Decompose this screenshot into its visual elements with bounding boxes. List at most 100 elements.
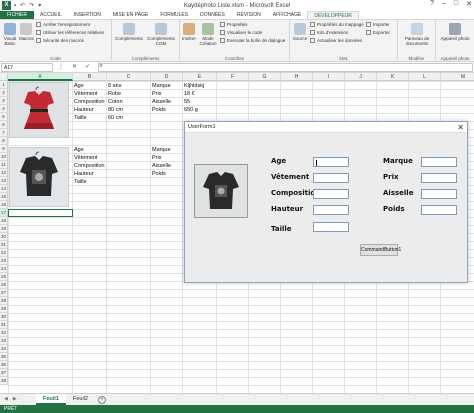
row-header-21[interactable]: 21: [0, 241, 8, 249]
column-header-m[interactable]: M: [441, 73, 474, 81]
help-icon[interactable]: ?: [430, 0, 434, 8]
map-properties-button[interactable]: Propriétés du mappage: [310, 22, 364, 28]
cell-b12[interactable]: Composition: [74, 162, 105, 170]
cell-b4[interactable]: Hauteur: [74, 106, 94, 114]
column-header-i[interactable]: I: [313, 73, 345, 81]
sheet-tab-feuil1[interactable]: Feuil1: [36, 394, 66, 405]
row-header-5[interactable]: 5: [0, 113, 8, 121]
sheet-tab-feuil2[interactable]: Feuil2: [66, 394, 95, 405]
camera-button[interactable]: Appareil photo: [438, 23, 472, 41]
complements-button[interactable]: Compléments: [115, 23, 143, 41]
cell-c4[interactable]: 80 cm: [108, 106, 123, 114]
textbox-taille[interactable]: [313, 222, 349, 232]
add-sheet-icon[interactable]: +: [98, 396, 106, 404]
row-header-33[interactable]: 33: [0, 337, 8, 345]
column-header-b[interactable]: B: [73, 73, 107, 81]
cell-c3[interactable]: Coton: [108, 98, 123, 106]
cell-e3[interactable]: 55: [184, 98, 190, 106]
column-header-c[interactable]: C: [107, 73, 151, 81]
cell-b1[interactable]: Age: [74, 82, 84, 90]
row-header-8[interactable]: 8: [0, 137, 8, 145]
column-header-g[interactable]: G: [249, 73, 281, 81]
stop-recording-button[interactable]: Arrêter l'enregistrement: [36, 22, 90, 28]
cell-b14[interactable]: Taille: [74, 178, 87, 186]
row-header-36[interactable]: 36: [0, 361, 8, 369]
cell-b5[interactable]: Taille: [74, 114, 87, 122]
document-panel-button[interactable]: Panneau de documents: [400, 23, 434, 46]
black-top-image[interactable]: [9, 147, 69, 207]
row-header-3[interactable]: 3: [0, 97, 8, 105]
select-all-corner[interactable]: [0, 73, 8, 81]
red-dress-image[interactable]: [9, 82, 69, 138]
row-header-6[interactable]: 6: [0, 121, 8, 129]
row-header-22[interactable]: 22: [0, 249, 8, 257]
column-header-f[interactable]: F: [217, 73, 249, 81]
cell-d4[interactable]: Poids: [152, 106, 166, 114]
row-header-1[interactable]: 1: [0, 81, 8, 89]
expansion-packs-button[interactable]: Kits d'extension: [310, 30, 348, 36]
import-button[interactable]: Importer: [366, 22, 390, 28]
cell-d2[interactable]: Prix: [152, 90, 161, 98]
tab-mise-en-page[interactable]: MISE EN PAGE: [107, 11, 154, 19]
tab-developpeur[interactable]: DÉVELOPPEUR: [307, 11, 359, 19]
row-header-18[interactable]: 18: [0, 217, 8, 225]
tab-formules[interactable]: FORMULES: [154, 11, 194, 19]
textbox-vetement[interactable]: [313, 173, 349, 183]
next-sheet-icon[interactable]: ▶: [13, 396, 17, 402]
row-header-34[interactable]: 34: [0, 345, 8, 353]
textbox-hauteur[interactable]: [313, 205, 349, 215]
proprietes-button[interactable]: Propriétés: [220, 22, 248, 28]
cell-d13[interactable]: Poids: [152, 170, 166, 178]
cell-e1[interactable]: Kljhldskj: [184, 82, 204, 90]
column-header-j[interactable]: J: [345, 73, 377, 81]
command-button-1[interactable]: CommandButton1: [360, 244, 401, 256]
visual-basic-button[interactable]: Visual Basic: [2, 23, 18, 46]
mode-creation-button[interactable]: Mode Création: [198, 23, 218, 46]
cell-b10[interactable]: Age: [74, 146, 84, 154]
row-header-32[interactable]: 32: [0, 329, 8, 337]
cancel-icon[interactable]: ✕: [72, 63, 77, 70]
column-header-d[interactable]: D: [151, 73, 183, 81]
row-header-15[interactable]: 15: [0, 193, 8, 201]
tab-accueil[interactable]: ACCUEIL: [34, 11, 68, 19]
row-header-13[interactable]: 13: [0, 177, 8, 185]
inserer-button[interactable]: Insérer: [182, 23, 196, 41]
row-header-14[interactable]: 14: [0, 185, 8, 193]
tab-revision[interactable]: RÉVISION: [231, 11, 267, 19]
cell-e2[interactable]: 18 €: [184, 90, 195, 98]
row-header-26[interactable]: 26: [0, 281, 8, 289]
row-header-16[interactable]: 16: [0, 201, 8, 209]
macros-button[interactable]: Macros: [19, 23, 34, 41]
textbox-marque[interactable]: [421, 157, 457, 167]
cell-b3[interactable]: Composition: [74, 98, 105, 106]
close-icon[interactable]: ✕: [466, 0, 472, 8]
visualiser-code-button[interactable]: Visualiser le code: [220, 30, 262, 36]
row-header-2[interactable]: 2: [0, 89, 8, 97]
row-header-30[interactable]: 30: [0, 313, 8, 321]
cell-c2[interactable]: Robe: [108, 90, 121, 98]
column-header-k[interactable]: K: [377, 73, 409, 81]
textbox-prix[interactable]: [421, 173, 457, 183]
row-header-28[interactable]: 28: [0, 297, 8, 305]
row-header-20[interactable]: 20: [0, 233, 8, 241]
minimize-icon[interactable]: –: [442, 0, 446, 8]
row-header-12[interactable]: 12: [0, 169, 8, 177]
row-header-10[interactable]: 10: [0, 153, 8, 161]
source-button[interactable]: Source: [292, 23, 308, 41]
row-header-31[interactable]: 31: [0, 321, 8, 329]
enter-icon[interactable]: ✓: [85, 63, 90, 70]
cell-d10[interactable]: Marque: [152, 146, 171, 154]
textbox-poids[interactable]: [421, 205, 457, 215]
refresh-data-button[interactable]: Actualiser les données: [310, 38, 362, 44]
cell-d1[interactable]: Marque: [152, 82, 171, 90]
cell-b11[interactable]: Vêtement: [74, 154, 98, 162]
textbox-age[interactable]: [313, 157, 349, 167]
cell-c1[interactable]: 8 ans: [108, 82, 121, 90]
complements-com-button[interactable]: Compléments COM: [146, 23, 176, 46]
cell-d3[interactable]: Aisselle: [152, 98, 171, 106]
cell-d11[interactable]: Prix: [152, 154, 161, 162]
column-header-h[interactable]: H: [281, 73, 313, 81]
macro-security-button[interactable]: Sécurité des macros: [36, 38, 84, 44]
cell-e4[interactable]: 650 g: [184, 106, 198, 114]
row-header-25[interactable]: 25: [0, 273, 8, 281]
